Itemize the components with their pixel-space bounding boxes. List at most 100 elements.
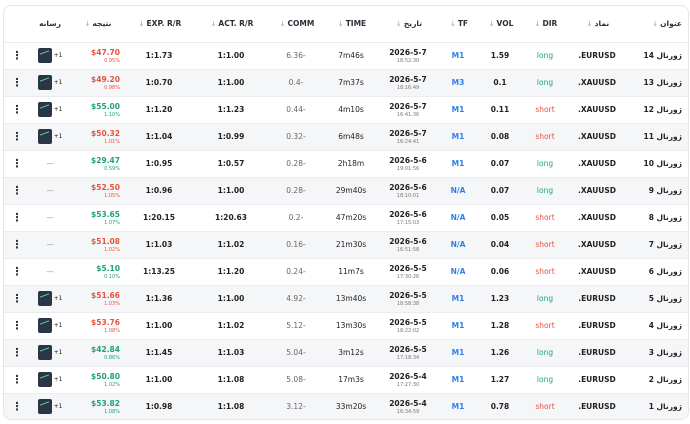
row-select-cell[interactable] — [688, 69, 689, 96]
media-cell: 1+ — [30, 366, 70, 393]
actual-rr-cell: 1:1.20 — [217, 267, 245, 276]
symbol-cell: EURUSD. — [578, 348, 616, 357]
row-select-cell[interactable] — [688, 96, 689, 123]
row-menu-icon[interactable]: ⋮ — [4, 150, 30, 177]
table-row[interactable]: ژورنال 10 XAUUSD. long 0.07 M1 2026-5-6 1… — [4, 150, 689, 177]
timeframe-cell: M1 — [451, 51, 465, 60]
table-row[interactable]: ژورنال 11 XAUUSD. short 0.08 M1 2026-5-7… — [4, 123, 689, 150]
row-menu-icon[interactable]: ⋮ — [4, 285, 30, 312]
no-media-dash: — — [46, 240, 54, 249]
chart-thumbnail-image[interactable] — [37, 372, 52, 387]
row-menu-icon[interactable]: ⋮ — [4, 258, 30, 285]
row-select-cell[interactable] — [688, 150, 689, 177]
header-symbol[interactable]: نماد↓ — [568, 6, 626, 42]
expected-rr-cell: 1:1.20 — [145, 105, 173, 114]
table-row[interactable]: ژورنال 1 EURUSD. short 0.78 M1 2026-5-4 1… — [4, 393, 689, 420]
table-row[interactable]: ژورنال 7 XAUUSD. short 0.04 N/A 2026-5-6… — [4, 231, 689, 258]
expected-rr-cell: 1:1.36 — [145, 294, 173, 303]
chart-thumbnail-image[interactable] — [37, 291, 52, 306]
table-row[interactable]: ژورنال 13 XAUUSD. long 0.1 M3 2026-5-7 18… — [4, 69, 689, 96]
journal-title[interactable]: ژورنال 1 — [626, 393, 688, 419]
chart-thumbnail-image[interactable] — [37, 102, 52, 117]
actual-rr-cell: 1:20.63 — [215, 213, 247, 222]
journal-title[interactable]: ژورنال 4 — [626, 312, 688, 339]
row-select-cell[interactable] — [688, 42, 689, 69]
date-value: 2026-5-5 — [389, 344, 427, 354]
table-row[interactable]: ژورنال 9 XAUUSD. long 0.07 N/A 2026-5-6 1… — [4, 177, 689, 204]
chart-thumbnail-image[interactable] — [37, 75, 52, 90]
header-exp-rr[interactable]: EXP. R/R↓ — [124, 6, 194, 42]
direction-cell: long — [536, 159, 554, 168]
row-menu-icon[interactable]: ⋮ — [4, 123, 30, 150]
result-amount: $5.10 — [96, 263, 120, 273]
expected-rr-cell: 1:0.98 — [145, 402, 173, 412]
time-of-day: 18:16:49 — [396, 84, 420, 91]
chart-thumbnail-image[interactable] — [37, 345, 52, 360]
row-select-cell[interactable] — [688, 177, 689, 204]
journal-title[interactable]: ژورنال 6 — [626, 258, 688, 285]
volume-cell: 0.06 — [490, 267, 510, 276]
row-select-cell[interactable] — [688, 258, 689, 285]
table-row[interactable]: ژورنال 6 XAUUSD. short 0.06 N/A 2026-5-5… — [4, 258, 689, 285]
journal-title[interactable]: ژورنال 8 — [626, 204, 688, 231]
row-select-cell[interactable] — [688, 366, 689, 393]
row-select-cell[interactable] — [688, 231, 689, 258]
table-row[interactable]: ژورنال 14 EURUSD. long 1.59 M1 2026-5-7 1… — [4, 42, 689, 69]
row-menu-icon[interactable]: ⋮ — [4, 204, 30, 231]
row-menu-icon[interactable]: ⋮ — [4, 42, 30, 69]
row-menu-icon[interactable]: ⋮ — [4, 96, 30, 123]
header-time[interactable]: TIME↓ — [324, 6, 378, 42]
journal-title[interactable]: ژورنال 7 — [626, 231, 688, 258]
row-menu-icon[interactable]: ⋮ — [4, 366, 30, 393]
select-all-cell[interactable] — [688, 6, 689, 42]
table-row[interactable]: ژورنال 2 EURUSD. long 1.27 M1 2026-5-4 17… — [4, 366, 689, 393]
header-dir[interactable]: DIR↓ — [522, 6, 568, 42]
journal-title[interactable]: ژورنال 12 — [626, 96, 688, 123]
journal-title[interactable]: ژورنال 11 — [626, 123, 688, 150]
header-title[interactable]: عنوان↓ — [626, 6, 688, 42]
symbol-cell: XAUUSD. — [577, 186, 617, 195]
row-select-cell[interactable] — [688, 285, 689, 312]
row-menu-icon[interactable]: ⋮ — [4, 177, 30, 204]
row-menu-icon[interactable]: ⋮ — [4, 312, 30, 339]
media-cell: 1+ — [30, 96, 70, 123]
journal-table: عنوان↓ نماد↓ DIR↓ VOL↓ TF↓ تاریخ↓ TIME↓ … — [4, 6, 689, 420]
header-act-rr[interactable]: ACT. R/R↓ — [194, 6, 268, 42]
journal-title[interactable]: ژورنال 3 — [626, 339, 688, 366]
header-vol[interactable]: VOL↓ — [478, 6, 522, 42]
commission-cell: -0.32 — [286, 132, 306, 141]
journal-title[interactable]: ژورنال 10 — [626, 150, 688, 177]
chart-thumbnail-image[interactable] — [37, 129, 52, 144]
journal-title[interactable]: ژورنال 14 — [626, 42, 688, 69]
time-of-day: 16:51:58 — [396, 246, 420, 253]
row-select-cell[interactable] — [688, 339, 689, 366]
timeframe-cell: M1 — [451, 375, 465, 384]
header-date[interactable]: تاریخ↓ — [378, 6, 438, 42]
journal-title[interactable]: ژورنال 9 — [626, 177, 688, 204]
row-menu-icon[interactable]: ⋮ — [4, 231, 30, 258]
chart-thumbnail-image[interactable] — [37, 318, 52, 333]
journal-title[interactable]: ژورنال 13 — [626, 69, 688, 96]
row-select-cell[interactable] — [688, 123, 689, 150]
chart-thumbnail-image[interactable] — [37, 399, 52, 415]
table-row[interactable]: ژورنال 3 EURUSD. long 1.26 M1 2026-5-5 17… — [4, 339, 689, 366]
row-menu-icon[interactable]: ⋮ — [4, 339, 30, 366]
expected-rr-cell: 1:1.04 — [145, 132, 173, 141]
header-comm[interactable]: COMM↓ — [268, 6, 324, 42]
symbol-cell: XAUUSD. — [577, 159, 617, 168]
row-select-cell[interactable] — [688, 312, 689, 339]
journal-title[interactable]: ژورنال 2 — [626, 366, 688, 393]
header-result[interactable]: نتیجه↓ — [70, 6, 124, 42]
row-menu-icon[interactable]: ⋮ — [4, 393, 30, 419]
table-row[interactable]: ژورنال 8 XAUUSD. short 0.05 N/A 2026-5-6… — [4, 204, 689, 231]
row-select-cell[interactable] — [688, 393, 689, 420]
table-row[interactable]: ژورنال 4 EURUSD. short 1.28 M1 2026-5-5 1… — [4, 312, 689, 339]
date-cell: 2026-5-6 19:01:56 — [378, 150, 438, 177]
journal-title[interactable]: ژورنال 5 — [626, 285, 688, 312]
row-select-cell[interactable] — [688, 204, 689, 231]
header-tf[interactable]: TF↓ — [438, 6, 478, 42]
table-row[interactable]: ژورنال 5 EURUSD. long 1.23 M1 2026-5-5 18… — [4, 285, 689, 312]
chart-thumbnail-image[interactable] — [37, 48, 52, 63]
row-menu-icon[interactable]: ⋮ — [4, 69, 30, 96]
table-row[interactable]: ژورنال 12 XAUUSD. short 0.11 M1 2026-5-7… — [4, 96, 689, 123]
